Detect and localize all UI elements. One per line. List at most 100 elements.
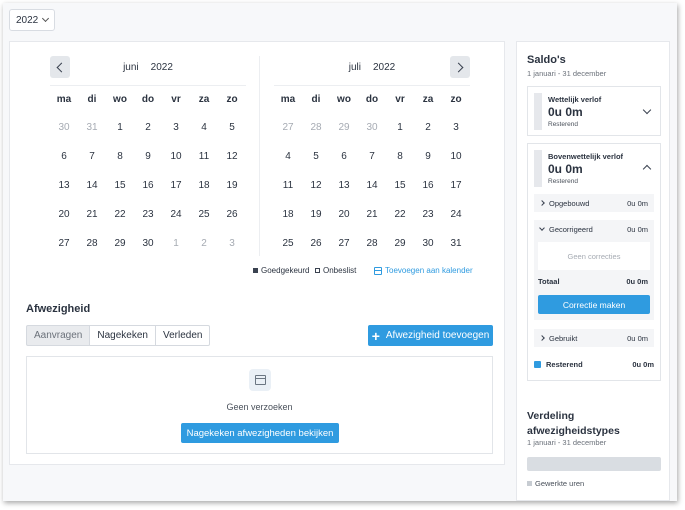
calendar-day[interactable]: 10	[162, 142, 190, 171]
calendar-day[interactable]: 25	[274, 229, 302, 258]
prev-month-button[interactable]	[50, 56, 70, 78]
calendar-day[interactable]: 2	[134, 113, 162, 142]
next-month-button[interactable]	[450, 56, 470, 78]
calendar-day[interactable]: 17	[162, 171, 190, 200]
calendar-day[interactable]: 6	[50, 142, 78, 171]
calendar-day[interactable]: 3	[218, 229, 246, 258]
calendar-day[interactable]: 4	[190, 113, 218, 142]
used-value: 0u 0m	[627, 333, 648, 343]
chevron-up-icon[interactable]	[642, 164, 652, 174]
calendar-day[interactable]: 27	[50, 229, 78, 258]
calendar-day[interactable]: 15	[386, 171, 414, 200]
calendar-day[interactable]: 31	[442, 229, 470, 258]
calendar-day[interactable]: 3	[162, 113, 190, 142]
calendar-day[interactable]: 16	[134, 171, 162, 200]
calendar-day[interactable]: 20	[330, 200, 358, 229]
calendar-day[interactable]: 29	[386, 229, 414, 258]
calendar-day[interactable]: 9	[414, 142, 442, 171]
tab-requests[interactable]: Aanvragen	[26, 325, 91, 346]
month-label: juli	[348, 61, 361, 73]
legal-leave-card[interactable]: Wettelijk verlof 0u 0m Resterend	[527, 86, 661, 136]
calendar-day[interactable]: 20	[50, 200, 78, 229]
calendar-day[interactable]: 3	[442, 113, 470, 142]
calendar-day[interactable]: 7	[358, 142, 386, 171]
calendar-day[interactable]: 31	[78, 113, 106, 142]
calendar-day[interactable]: 8	[106, 142, 134, 171]
calendar-day[interactable]: 15	[106, 171, 134, 200]
calendar-day[interactable]: 2	[414, 113, 442, 142]
calendar-day[interactable]: 12	[218, 142, 246, 171]
calendar-day[interactable]: 22	[106, 200, 134, 229]
calendar-day[interactable]: 22	[386, 200, 414, 229]
calendar-day[interactable]: 16	[414, 171, 442, 200]
calendar-day[interactable]: 5	[302, 142, 330, 171]
calendar-day[interactable]: 7	[78, 142, 106, 171]
weekday-label: ma	[56, 94, 72, 105]
calendar-day[interactable]: 10	[442, 142, 470, 171]
calendar-day[interactable]: 23	[414, 200, 442, 229]
calendar-day[interactable]: 6	[330, 142, 358, 171]
calendar-day[interactable]: 14	[358, 171, 386, 200]
add-absence-button[interactable]: + Afwezigheid toevoegen	[368, 325, 493, 346]
make-correction-button[interactable]: Correctie maken	[538, 295, 650, 314]
calendar-day[interactable]: 25	[190, 200, 218, 229]
calendar-day[interactable]: 28	[78, 229, 106, 258]
calendar-day[interactable]: 18	[274, 200, 302, 229]
calendar-day[interactable]: 12	[302, 171, 330, 200]
accrued-value: 0u 0m	[627, 198, 648, 208]
calendar-day[interactable]: 19	[302, 200, 330, 229]
calendar-day[interactable]: 18	[190, 171, 218, 200]
calendar-day[interactable]: 13	[330, 171, 358, 200]
tab-past[interactable]: Verleden	[154, 325, 211, 346]
calendar-day[interactable]: 30	[358, 113, 386, 142]
calendar-day[interactable]: 9	[134, 142, 162, 171]
calendar-day[interactable]: 29	[330, 113, 358, 142]
chevron-down-icon[interactable]	[642, 105, 652, 115]
calendar-day[interactable]: 8	[386, 142, 414, 171]
calendar-day[interactable]: 1	[386, 113, 414, 142]
corrected-row[interactable]: Gecorrigeerd 0u 0m	[534, 220, 654, 238]
calendar-day[interactable]: 27	[330, 229, 358, 258]
calendar-day[interactable]: 30	[134, 229, 162, 258]
calendar-day[interactable]: 19	[218, 171, 246, 200]
year-select[interactable]: 2022	[9, 9, 56, 31]
weekday-label: di	[311, 94, 321, 105]
calendar-day[interactable]: 13	[50, 171, 78, 200]
total-label: Totaal	[538, 277, 560, 286]
calendar-day[interactable]: 28	[302, 113, 330, 142]
calendar-day[interactable]: 29	[106, 229, 134, 258]
calendar-day[interactable]: 14	[78, 171, 106, 200]
calendar-day[interactable]: 26	[218, 200, 246, 229]
accrued-row[interactable]: Opgebouwd 0u 0m	[534, 194, 654, 212]
calendar-day[interactable]: 5	[218, 113, 246, 142]
calendar-day[interactable]: 2	[190, 229, 218, 258]
calendar-day[interactable]: 30	[50, 113, 78, 142]
calendar-day[interactable]: 1	[106, 113, 134, 142]
calendar-day[interactable]: 21	[78, 200, 106, 229]
calendar-day[interactable]: 23	[134, 200, 162, 229]
add-to-calendar-link[interactable]: Toevoegen aan kalender	[374, 266, 473, 275]
weekday-label: do	[365, 94, 379, 105]
legend-approved: Goedgekeurd	[253, 266, 309, 275]
used-row[interactable]: Gebruikt 0u 0m	[534, 329, 654, 347]
balance-bar	[534, 150, 542, 187]
calendar-day[interactable]: 24	[442, 200, 470, 229]
calendar-day[interactable]: 27	[274, 113, 302, 142]
tab-reviewed[interactable]: Nagekeken	[89, 325, 156, 346]
calendar-day[interactable]: 28	[358, 229, 386, 258]
calendar-grid: ma di wo do vr za zo 30 31 1 2 3 4 5 6 7 8 9 10 11 12 13 14 15 1…	[50, 86, 246, 258]
calendar-day[interactable]: 11	[274, 171, 302, 200]
remaining-label: Resterend	[546, 360, 583, 369]
calendar-day[interactable]: 26	[302, 229, 330, 258]
calendar-day[interactable]: 30	[414, 229, 442, 258]
view-reviewed-button[interactable]: Nagekeken afwezigheden bekijken	[181, 423, 339, 443]
calendar-day[interactable]: 1	[162, 229, 190, 258]
calendar-day[interactable]: 17	[442, 171, 470, 200]
total-value: 0u 0m	[626, 277, 648, 286]
calendar-day[interactable]: 11	[190, 142, 218, 171]
approved-swatch	[253, 268, 258, 273]
calendar-day[interactable]: 21	[358, 200, 386, 229]
calendar-day[interactable]: 24	[162, 200, 190, 229]
legend-unreviewed-label: Onbeslist	[323, 266, 357, 275]
calendar-day[interactable]: 4	[274, 142, 302, 171]
